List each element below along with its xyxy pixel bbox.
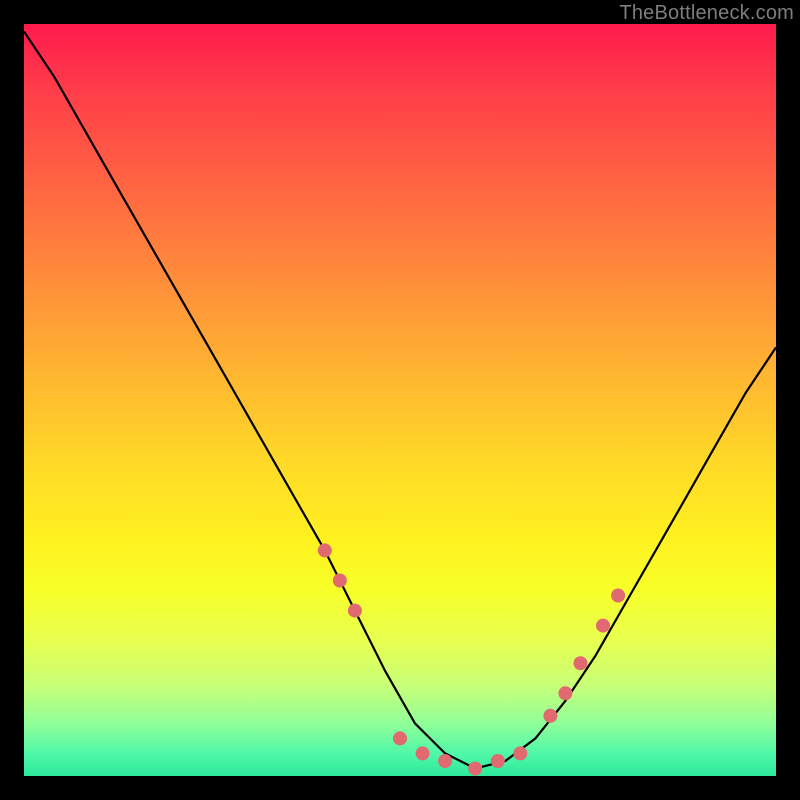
bottleneck-curve [24,32,776,769]
chart-svg [24,24,776,776]
watermark-label: TheBottleneck.com [619,2,794,25]
data-marker [491,754,505,768]
plot-area [24,24,776,776]
data-marker [558,686,572,700]
data-marker [543,709,557,723]
data-marker [611,589,625,603]
chart-frame: TheBottleneck.com [0,0,800,800]
marker-group [318,543,625,775]
data-marker [596,619,610,633]
data-marker [333,574,347,588]
data-marker [574,656,588,670]
data-marker [468,762,482,776]
data-marker [348,604,362,618]
data-marker [416,746,430,760]
data-marker [393,731,407,745]
data-marker [513,746,527,760]
data-marker [318,543,332,557]
data-marker [438,754,452,768]
